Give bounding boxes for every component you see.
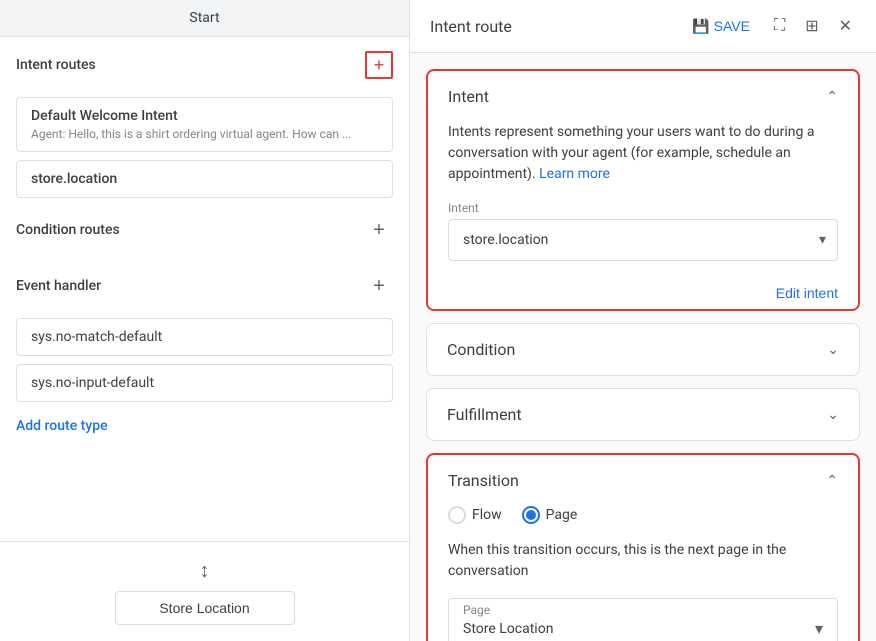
intent-description: Intents represent something your users w… <box>448 122 838 185</box>
page-select-chevron-icon: ▾ <box>815 619 823 638</box>
condition-section-title: Condition <box>447 340 515 359</box>
flow-radio-option[interactable]: Flow <box>448 506 502 524</box>
page-radio-option[interactable]: Page <box>522 506 578 524</box>
intent-section: Intent ⌃ Intents represent something you… <box>426 69 860 311</box>
intent-desc-1: Agent: Hello, this is a shirt ordering v… <box>31 127 378 141</box>
flow-radio-circle <box>448 506 466 524</box>
page-option-label: Page <box>546 507 578 523</box>
intent-name-1: Default Welcome Intent <box>31 108 378 124</box>
right-panel: Intent route 💾 SAVE ⛶ ⊞ ✕ Intent ⌃ Inten… <box>410 0 876 641</box>
condition-section: Condition ⌄ <box>426 323 860 376</box>
store-location-button[interactable]: Store Location <box>115 591 295 625</box>
store-location-intent-item[interactable]: store.location <box>16 160 393 198</box>
condition-expand-icon: ⌄ <box>827 342 839 358</box>
condition-routes-label: Condition routes <box>16 222 120 238</box>
event-handler-label: Event handler <box>16 278 101 294</box>
collapse-button[interactable]: ⊞ <box>801 12 822 40</box>
page-field-value: Store Location <box>463 621 553 637</box>
transition-section-body: Flow Page When this transition occurs, t… <box>428 506 858 641</box>
flow-header: Start <box>0 0 409 37</box>
default-welcome-intent-item[interactable]: Default Welcome Intent Agent: Hello, thi… <box>16 97 393 152</box>
add-condition-route-button[interactable]: + <box>365 216 393 244</box>
left-bottom: ↕ Store Location <box>0 541 409 641</box>
flow-option-label: Flow <box>472 507 502 523</box>
left-panel: Start Intent routes + Default Welcome In… <box>0 0 410 641</box>
add-route-type-link[interactable]: Add route type <box>0 406 409 446</box>
route-type-label: Intent route <box>430 17 672 36</box>
transition-section-title: Transition <box>448 471 519 490</box>
intent-routes-header: Intent routes + <box>0 37 409 93</box>
page-field-select-row[interactable]: Store Location ▾ <box>463 619 823 638</box>
page-field-group: Page Store Location ▾ <box>448 598 838 641</box>
transition-section: Transition ⌃ Flow Page <box>426 453 860 641</box>
save-icon: 💾 <box>692 18 709 35</box>
fulfillment-section-header[interactable]: Fulfillment ⌄ <box>427 389 859 440</box>
transition-radio-group: Flow Page <box>448 506 838 524</box>
close-button[interactable]: ✕ <box>835 12 856 40</box>
intent-collapse-icon: ⌃ <box>826 89 838 105</box>
sys-no-match-item[interactable]: sys.no-match-default <box>16 318 393 356</box>
intent-section-body: Intents represent something your users w… <box>428 122 858 277</box>
intent-select[interactable]: store.location <box>448 219 838 261</box>
expand-button[interactable]: ⛶ <box>770 13 789 39</box>
edit-intent-row: Edit intent <box>428 277 858 309</box>
save-label: SAVE <box>714 18 750 34</box>
intent-name-2: store.location <box>31 171 378 187</box>
condition-routes-header: Condition routes + <box>0 202 409 258</box>
transition-description: When this transition occurs, this is the… <box>448 540 838 582</box>
intent-routes-label: Intent routes <box>16 57 96 73</box>
arrow-down-icon: ↕ <box>200 558 210 583</box>
fulfillment-section: Fulfillment ⌄ <box>426 388 860 441</box>
page-radio-inner <box>526 510 536 520</box>
intent-field-label: Intent <box>448 201 838 215</box>
intent-section-header[interactable]: Intent ⌃ <box>428 71 858 122</box>
intent-section-title: Intent <box>448 87 489 106</box>
fulfillment-section-title: Fulfillment <box>447 405 522 424</box>
page-field-label: Page <box>463 603 823 617</box>
event-handler-header: Event handler + <box>0 258 409 314</box>
condition-section-header[interactable]: Condition ⌄ <box>427 324 859 375</box>
fulfillment-expand-icon: ⌄ <box>827 407 839 423</box>
page-radio-circle <box>522 506 540 524</box>
right-panel-content: Intent ⌃ Intents represent something you… <box>410 53 876 641</box>
edit-intent-button[interactable]: Edit intent <box>776 285 838 301</box>
transition-section-header[interactable]: Transition ⌃ <box>428 455 858 506</box>
transition-collapse-icon: ⌃ <box>826 473 838 489</box>
right-panel-header: Intent route 💾 SAVE ⛶ ⊞ ✕ <box>410 0 876 53</box>
save-button[interactable]: 💾 SAVE <box>684 14 758 39</box>
add-intent-route-button[interactable]: + <box>365 51 393 79</box>
sys-no-input-item[interactable]: sys.no-input-default <box>16 364 393 402</box>
intent-select-wrapper: store.location ▾ <box>448 219 838 261</box>
add-event-handler-button[interactable]: + <box>365 272 393 300</box>
learn-more-link[interactable]: Learn more <box>539 166 610 182</box>
